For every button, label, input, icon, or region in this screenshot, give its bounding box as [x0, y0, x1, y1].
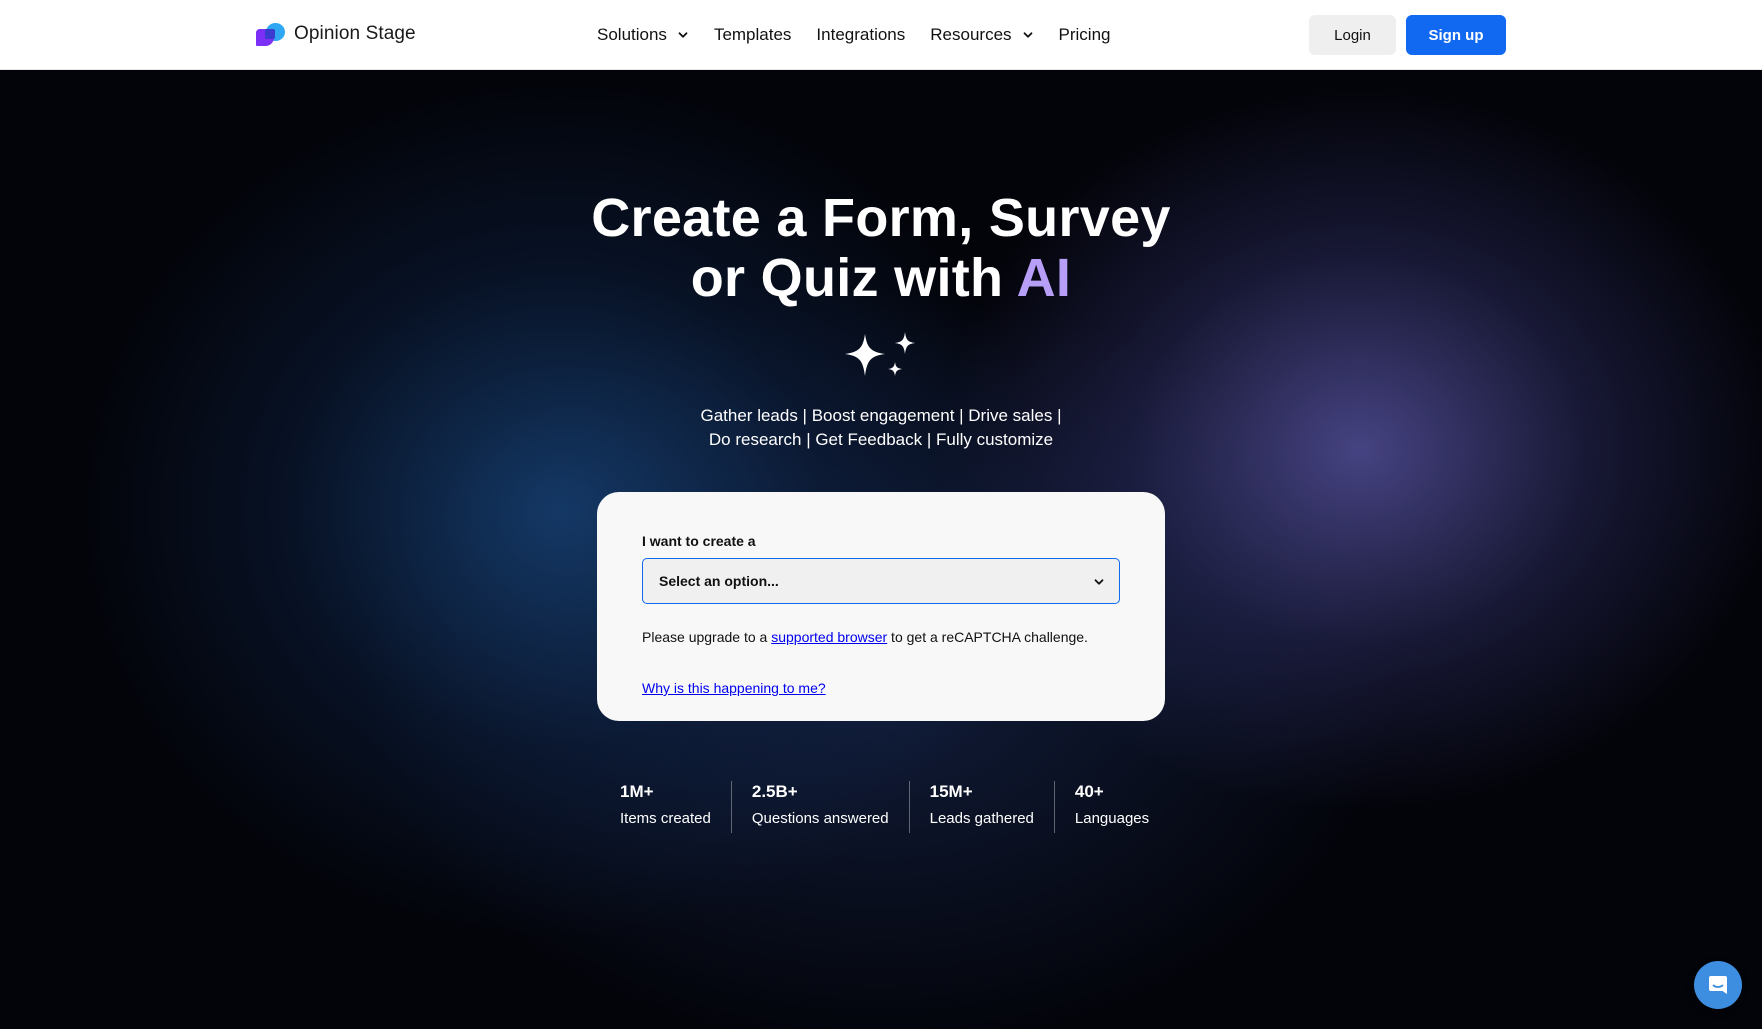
chat-icon	[1709, 976, 1727, 994]
hero-tagline: Gather leads | Boost engagement | Drive …	[0, 404, 1762, 452]
stat-label: Leads gathered	[929, 810, 1034, 827]
stat-value: 40+	[1074, 782, 1104, 801]
stat-item: 1M+ Items created	[620, 781, 731, 833]
nav-solutions[interactable]: Solutions	[597, 25, 689, 45]
stat-value: 1M+	[620, 782, 654, 801]
hero-title-line2: or Quiz with	[690, 248, 1017, 308]
top-header: Opinion Stage Solutions Templates Integr…	[0, 0, 1762, 70]
create-form-card: I want to create a Select an option... P…	[597, 492, 1165, 721]
chat-widget-button[interactable]	[1694, 961, 1742, 1009]
login-button[interactable]: Login	[1309, 15, 1396, 55]
tagline-line2: Do research | Get Feedback | Fully custo…	[708, 430, 1054, 449]
nav-integrations[interactable]: Integrations	[816, 25, 905, 45]
stats-row: 1M+ Items created 2.5B+ Questions answer…	[620, 781, 1169, 833]
main-nav: Solutions Templates Integrations Resourc…	[597, 0, 1136, 70]
stat-item: 40+ Languages	[1053, 781, 1169, 833]
stat-label: Languages	[1074, 810, 1150, 827]
nav-resources[interactable]: Resources	[930, 25, 1033, 45]
stat-item: 2.5B+ Questions answered	[730, 781, 909, 833]
recaptcha-notice: Please upgrade to a supported browser to…	[642, 629, 1088, 645]
tagline-line1: Gather leads | Boost engagement | Drive …	[700, 406, 1062, 425]
signup-button[interactable]: Sign up	[1406, 15, 1506, 55]
stat-label: Items created	[620, 810, 711, 827]
stat-value: 15M+	[929, 782, 973, 801]
select-value: Select an option...	[659, 573, 779, 589]
nav-templates[interactable]: Templates	[714, 25, 791, 45]
logo-text: Opinion Stage	[294, 23, 416, 44]
stat-item: 15M+ Leads gathered	[908, 781, 1054, 833]
hero-section: Create a Form, Survey or Quiz with AI Ga…	[0, 70, 1762, 1029]
chevron-down-icon	[678, 32, 688, 38]
supported-browser-link[interactable]: supported browser	[771, 629, 887, 645]
nav-pricing[interactable]: Pricing	[1059, 25, 1111, 45]
chevron-down-icon	[1094, 579, 1104, 585]
sparkles-icon	[845, 332, 915, 376]
hero-title-ai: AI	[1016, 248, 1072, 308]
create-type-label: I want to create a	[642, 533, 756, 549]
why-happening-link[interactable]: Why is this happening to me?	[642, 680, 826, 696]
hero-title-line1: Create a Form, Survey	[591, 188, 1171, 248]
stat-value: 2.5B+	[751, 782, 798, 801]
logo[interactable]: Opinion Stage	[256, 20, 416, 48]
hero-title: Create a Form, Survey or Quiz with AI	[0, 188, 1762, 308]
chevron-down-icon	[1023, 32, 1032, 38]
create-type-select[interactable]: Select an option...	[642, 558, 1120, 604]
stat-label: Questions answered	[751, 810, 889, 827]
logo-icon	[256, 20, 286, 48]
